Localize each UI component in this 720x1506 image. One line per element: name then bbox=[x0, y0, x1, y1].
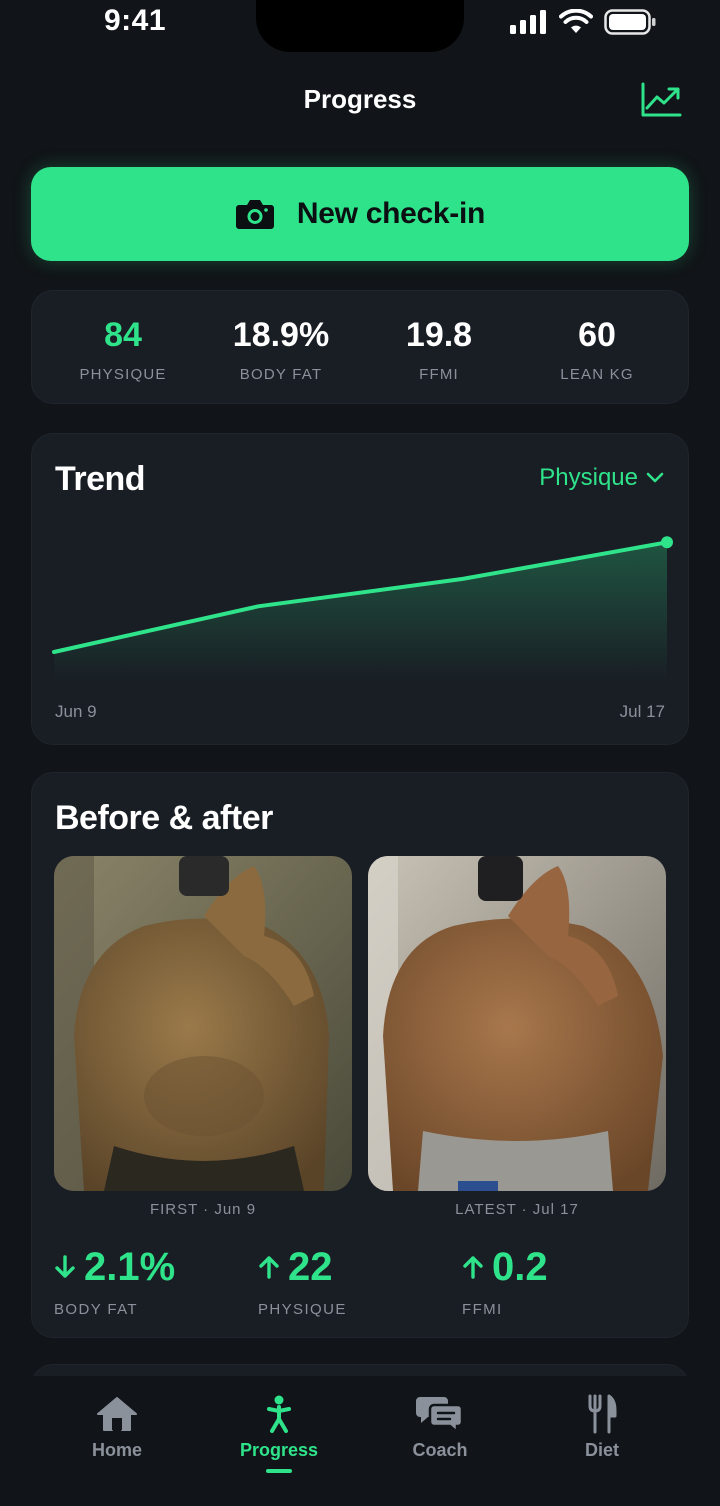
delta-body-fat: 2.1% BODY FAT bbox=[54, 1245, 175, 1318]
tab-label: Coach bbox=[412, 1440, 468, 1460]
fork-knife-icon bbox=[588, 1394, 617, 1434]
tab-label: Home bbox=[91, 1440, 142, 1460]
battery-icon bbox=[604, 9, 656, 35]
tab-label: Progress bbox=[239, 1440, 319, 1460]
delta-value: 22 bbox=[288, 1245, 333, 1289]
camera-icon bbox=[235, 200, 274, 229]
tab-home[interactable]: Home bbox=[57, 1392, 177, 1461]
delta-label: FFMI bbox=[462, 1301, 503, 1318]
delta-physique: 22 PHYSIQUE bbox=[258, 1245, 347, 1318]
page-title: Progress bbox=[303, 84, 417, 114]
trend-card: Trend Physique Jun 9 Jul 17 bbox=[31, 433, 689, 745]
tab-coach[interactable]: Coach bbox=[380, 1392, 500, 1461]
stat-physique: 84 PHYSIQUE bbox=[43, 315, 203, 383]
delta-physique-value-row: 22 bbox=[258, 1245, 347, 1289]
x-axis-end-label: Jul 17 bbox=[619, 702, 665, 721]
latest-photo[interactable] bbox=[368, 856, 666, 1191]
delta-ffmi: 0.2 FFMI bbox=[462, 1245, 548, 1318]
stat-lean-kg: 60 LEAN KG bbox=[517, 315, 677, 383]
arrow-up-icon bbox=[259, 1256, 279, 1279]
tab-diet[interactable]: Diet bbox=[542, 1392, 662, 1461]
trend-latest-point bbox=[661, 536, 673, 549]
arrow-down-icon bbox=[55, 1255, 75, 1278]
stat-value: 60 bbox=[578, 316, 616, 354]
delta-label: BODY FAT bbox=[54, 1301, 138, 1318]
stat-label: FFMI bbox=[419, 366, 459, 383]
delta-label: PHYSIQUE bbox=[258, 1301, 347, 1318]
stats-summary-card: 84 PHYSIQUE 18.9% BODY FAT 19.8 FFMI 60 … bbox=[31, 290, 689, 404]
status-time: 9:41 bbox=[104, 4, 167, 37]
stat-body-fat: 18.9% BODY FAT bbox=[201, 315, 361, 383]
stat-value: 84 bbox=[104, 316, 142, 354]
person-icon bbox=[267, 1395, 291, 1433]
first-photo[interactable] bbox=[54, 856, 352, 1191]
home-icon bbox=[97, 1397, 137, 1431]
chart-line-icon bbox=[641, 82, 682, 117]
delta-value: 2.1% bbox=[84, 1245, 176, 1289]
before-after-title: Before & after bbox=[55, 799, 273, 837]
stat-ffmi: 19.8 FFMI bbox=[359, 315, 519, 383]
tab-bar: Home Progress Coach Diet bbox=[0, 1376, 720, 1506]
cellular-signal-icon bbox=[510, 10, 546, 34]
chat-bubbles-icon bbox=[416, 1397, 464, 1433]
status-icons bbox=[510, 9, 656, 35]
chart-button[interactable] bbox=[640, 82, 682, 118]
latest-photo-caption: LATEST · Jul 17 bbox=[455, 1201, 579, 1218]
latest-photo-image bbox=[368, 856, 666, 1191]
first-photo-image bbox=[54, 856, 352, 1191]
trend-area bbox=[54, 542, 667, 684]
before-after-card: Before & after FIRST · Jun 9 LATEST · Ju… bbox=[31, 772, 689, 1338]
delta-ffmi-value-row: 0.2 bbox=[462, 1245, 548, 1289]
stat-value: 18.9% bbox=[232, 316, 330, 354]
first-photo-caption: FIRST · Jun 9 bbox=[149, 1201, 257, 1218]
stat-label: PHYSIQUE bbox=[79, 366, 167, 383]
stat-label: BODY FAT bbox=[239, 366, 323, 383]
new-checkin-button[interactable]: New check-in bbox=[31, 167, 689, 261]
arrow-up-icon bbox=[463, 1256, 483, 1279]
new-checkin-label: New check-in bbox=[296, 197, 486, 230]
tab-progress[interactable]: Progress bbox=[219, 1392, 339, 1473]
stat-label: LEAN KG bbox=[560, 366, 634, 383]
active-tab-indicator bbox=[266, 1469, 292, 1473]
dynamic-island bbox=[256, 0, 464, 52]
stat-value: 19.8 bbox=[405, 316, 473, 354]
tab-label: Diet bbox=[584, 1440, 619, 1460]
wifi-icon bbox=[559, 9, 593, 33]
x-axis-start-label: Jun 9 bbox=[55, 702, 97, 721]
delta-body-fat-value-row: 2.1% bbox=[54, 1245, 175, 1289]
trend-chart bbox=[52, 536, 673, 684]
progress-screen: 9:41 Progress New check-in 84 PHYSIQUE 1… bbox=[0, 0, 720, 1506]
delta-value: 0.2 bbox=[492, 1245, 548, 1289]
